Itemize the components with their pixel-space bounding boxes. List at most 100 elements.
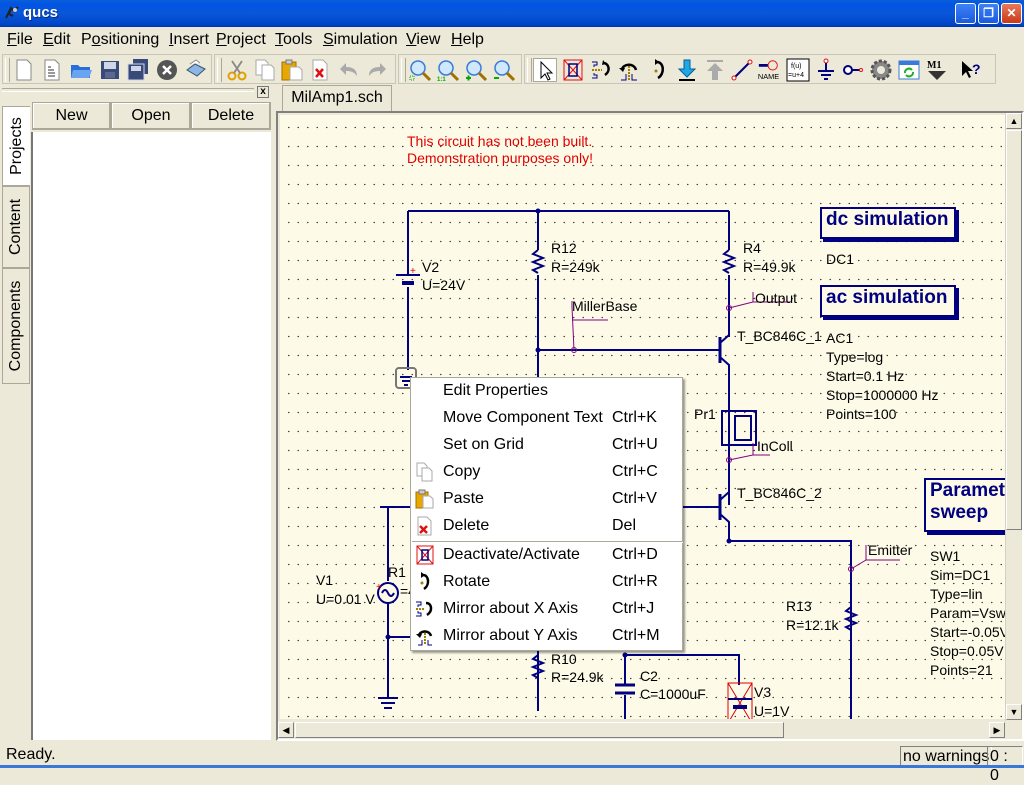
minimize-button[interactable]: _	[955, 3, 976, 24]
param-sweep-param[interactable]: Type=lin	[930, 585, 983, 604]
menu-edit[interactable]: Edit	[43, 31, 71, 49]
wire-label-icon[interactable]: NAME	[757, 58, 783, 82]
dock-drag-handle[interactable]	[2, 88, 254, 92]
marker-icon[interactable]: M1	[925, 58, 949, 82]
data-display-icon[interactable]	[897, 58, 921, 82]
param-sweep-param[interactable]: Start=-0.05V	[930, 623, 1008, 642]
horizontal-scroll-thumb[interactable]	[295, 722, 784, 738]
r10-name[interactable]: R10	[551, 650, 577, 669]
tab-components[interactable]: Components	[2, 268, 30, 384]
scroll-left-button[interactable]: ◀	[278, 722, 294, 738]
copy-icon[interactable]	[253, 58, 277, 82]
zoom-1to1-icon[interactable]: 1:1	[436, 58, 460, 83]
tab-projects[interactable]: Projects	[2, 106, 30, 186]
r10-value[interactable]: R=24.9k	[551, 668, 604, 687]
c2-value[interactable]: C=1000uF	[640, 685, 706, 704]
menu-item-rotate[interactable]: Rotate Ctrl+R	[411, 569, 682, 596]
redo-icon[interactable]	[365, 58, 389, 82]
menu-item-mirror-y[interactable]: Mirror about Y Axis Ctrl+M	[411, 623, 682, 650]
ac-simulation-block[interactable]: ac simulation	[820, 285, 956, 317]
toolbar-grip[interactable]	[527, 58, 532, 82]
dock-close-button[interactable]: x	[257, 86, 269, 98]
millerbase-label[interactable]: MillerBase	[572, 297, 637, 316]
v2-name[interactable]: V2	[422, 258, 439, 277]
zoom-out-icon[interactable]	[492, 58, 516, 82]
r12-name[interactable]: R12	[551, 239, 577, 258]
undo-icon[interactable]	[337, 58, 361, 82]
toolbar-grip[interactable]	[217, 58, 222, 82]
v3-value[interactable]: U=1V	[754, 702, 789, 719]
t2-name[interactable]: T_BC846C_2	[737, 484, 822, 503]
r4-value[interactable]: R=49.9k	[743, 258, 796, 277]
v3-name[interactable]: V3	[754, 683, 771, 702]
delete-icon[interactable]	[308, 58, 332, 82]
param-sweep-name[interactable]: SW1	[930, 547, 960, 566]
menu-file[interactable]: File	[7, 31, 33, 49]
emitter-label[interactable]: Emitter	[868, 541, 912, 560]
pop-out-icon[interactable]	[703, 58, 727, 82]
param-sweep-param[interactable]: Points=21	[930, 661, 993, 680]
menu-positioning[interactable]: Positioning	[81, 31, 159, 49]
menu-item-set-on-grid[interactable]: Set on Grid Ctrl+U	[411, 432, 682, 459]
menu-item-deactivate-activate[interactable]: Deactivate/Activate Ctrl+D	[411, 542, 682, 569]
output-label[interactable]: Output	[755, 289, 797, 308]
ground-icon[interactable]	[814, 58, 838, 82]
cut-icon[interactable]	[225, 58, 249, 82]
c2-name[interactable]: C2	[640, 667, 658, 686]
deactivate-icon[interactable]	[561, 58, 585, 82]
ac-sim-name[interactable]: AC1	[826, 329, 853, 348]
menu-item-mirror-x[interactable]: Mirror about X Axis Ctrl+J	[411, 596, 682, 623]
menu-item-paste[interactable]: Paste Ctrl+V	[411, 486, 682, 513]
port-icon[interactable]	[841, 58, 865, 82]
print-icon[interactable]	[183, 58, 207, 82]
ac-sim-param[interactable]: Points=100	[826, 405, 896, 424]
r4-name[interactable]: R4	[743, 239, 761, 258]
toolbar-grip[interactable]	[5, 58, 10, 82]
new-project-button[interactable]: New	[32, 102, 111, 130]
pr1-name[interactable]: Pr1	[694, 405, 716, 424]
whats-this-icon[interactable]: ?	[959, 58, 983, 82]
menu-help[interactable]: Help	[451, 31, 484, 49]
project-list[interactable]	[31, 132, 271, 740]
open-folder-icon[interactable]	[69, 58, 93, 82]
tab-content[interactable]: Content	[2, 186, 30, 268]
incoll-label[interactable]: InColl	[757, 437, 793, 456]
v2-value[interactable]: U=24V	[422, 276, 465, 295]
restore-button[interactable]: ❐	[978, 3, 999, 24]
menu-item-copy[interactable]: Copy Ctrl+C	[411, 459, 682, 486]
dc-sim-name[interactable]: DC1	[826, 250, 854, 269]
menu-project[interactable]: Project	[216, 31, 266, 49]
ac-sim-param[interactable]: Start=0.1 Hz	[826, 367, 904, 386]
menu-view[interactable]: View	[406, 31, 440, 49]
new-document-icon[interactable]	[12, 58, 36, 82]
scroll-right-button[interactable]: ▶	[989, 722, 1005, 738]
mirror-x-icon[interactable]	[589, 58, 613, 82]
open-project-button[interactable]: Open	[111, 102, 191, 130]
scroll-up-button[interactable]: ▲	[1006, 113, 1022, 129]
wire-icon[interactable]	[730, 58, 754, 82]
r13-value[interactable]: R=12.1k	[786, 616, 839, 635]
go-into-subcircuit-icon[interactable]	[675, 58, 699, 82]
menu-insert[interactable]: Insert	[169, 31, 209, 49]
save-icon[interactable]	[98, 58, 122, 82]
warnings-indicator[interactable]: no warnings	[900, 746, 993, 767]
new-text-icon[interactable]	[40, 58, 64, 82]
menu-item-delete[interactable]: Delete Del	[411, 513, 682, 540]
menu-item-move-component-text[interactable]: Move Component Text Ctrl+K	[411, 405, 682, 432]
equation-icon[interactable]: f(u) =u+4	[786, 58, 810, 82]
rotate-icon[interactable]	[647, 58, 671, 82]
delete-project-button[interactable]: Delete	[191, 102, 271, 130]
param-sweep-param[interactable]: Param=Vsw	[930, 604, 1006, 623]
simulate-icon[interactable]	[869, 58, 893, 82]
toolbar-grip[interactable]	[401, 58, 406, 82]
vertical-scroll-thumb[interactable]	[1006, 130, 1022, 530]
dc-simulation-block[interactable]: dc simulation	[820, 207, 956, 239]
mirror-y-icon[interactable]	[617, 58, 641, 82]
menu-tools[interactable]: Tools	[275, 31, 312, 49]
tab-milamp1-sch[interactable]: MilAmp1.sch	[282, 85, 392, 112]
menu-simulation[interactable]: Simulation	[323, 31, 398, 49]
param-sweep-param[interactable]: Sim=DC1	[930, 566, 990, 585]
v1-value[interactable]: U=0.01 V	[316, 590, 375, 609]
v1-name[interactable]: V1	[316, 571, 333, 590]
close-document-icon[interactable]	[155, 58, 179, 82]
